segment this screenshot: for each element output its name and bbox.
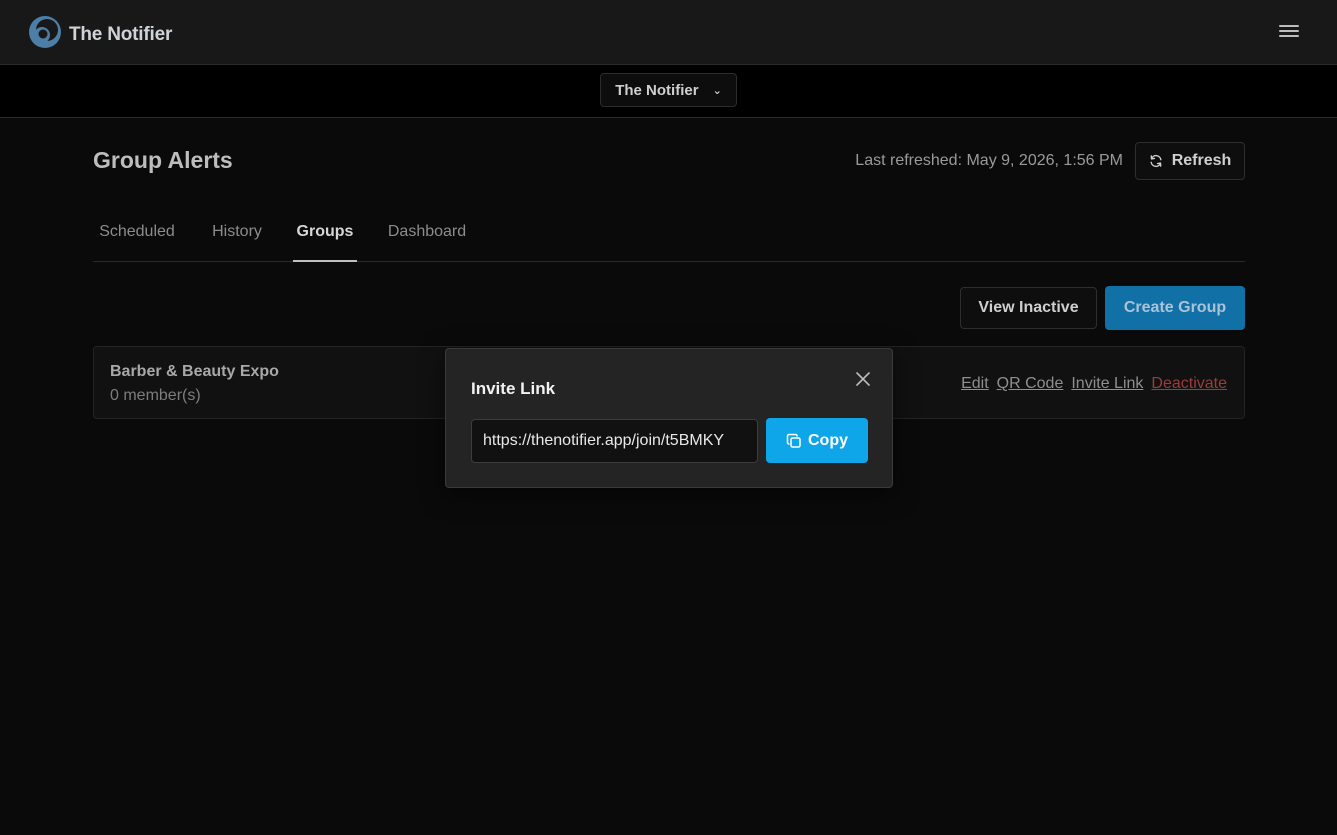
app-name: The Notifier [69, 23, 173, 45]
org-select[interactable]: The Notifier ⌄ [600, 73, 737, 107]
refresh-label: Refresh [1171, 152, 1232, 169]
group-actions: Edit QR Code Invite Link Deactivate [961, 375, 1227, 393]
tab-history[interactable]: History [206, 214, 268, 262]
deactivate-link[interactable]: Deactivate [1151, 375, 1227, 393]
close-icon[interactable] [854, 370, 872, 388]
copy-label: Copy [808, 431, 848, 449]
edit-link[interactable]: Edit [961, 375, 989, 393]
invite-link-link[interactable]: Invite Link [1071, 375, 1143, 393]
refresh-icon [1150, 154, 1162, 168]
tab-dashboard[interactable]: Dashboard [382, 214, 472, 262]
view-inactive-button[interactable]: View Inactive [960, 287, 1097, 329]
refresh-button[interactable]: Refresh [1135, 142, 1245, 180]
org-bar: The Notifier ⌄ [0, 65, 1337, 118]
copy-icon [786, 433, 801, 448]
copy-button[interactable]: Copy [766, 418, 868, 463]
org-select-value: The Notifier [615, 81, 699, 99]
last-refreshed-text: Last refreshed: May 9, 2026, 1:56 PM [855, 152, 1123, 169]
tab-bar: Scheduled History Groups Dashboard [93, 214, 1245, 262]
brand[interactable]: The Notifier [28, 15, 172, 54]
group-name: Barber & Beauty Expo [110, 363, 279, 380]
invite-link-input[interactable] [471, 419, 758, 463]
invite-link-modal: Invite Link Copy [445, 348, 893, 488]
qr-code-link[interactable]: QR Code [997, 375, 1064, 393]
notifier-logo-icon [28, 15, 62, 54]
page-title: Group Alerts [93, 147, 233, 173]
tab-groups[interactable]: Groups [293, 214, 357, 262]
chevron-down-icon: ⌄ [712, 84, 722, 97]
modal-title: Invite Link [471, 379, 556, 398]
tab-scheduled[interactable]: Scheduled [93, 214, 181, 262]
group-members-count: 0 member(s) [110, 387, 201, 404]
create-group-button[interactable]: Create Group [1105, 286, 1245, 330]
hamburger-menu-icon[interactable] [1277, 22, 1301, 42]
top-navbar: The Notifier [0, 0, 1337, 65]
